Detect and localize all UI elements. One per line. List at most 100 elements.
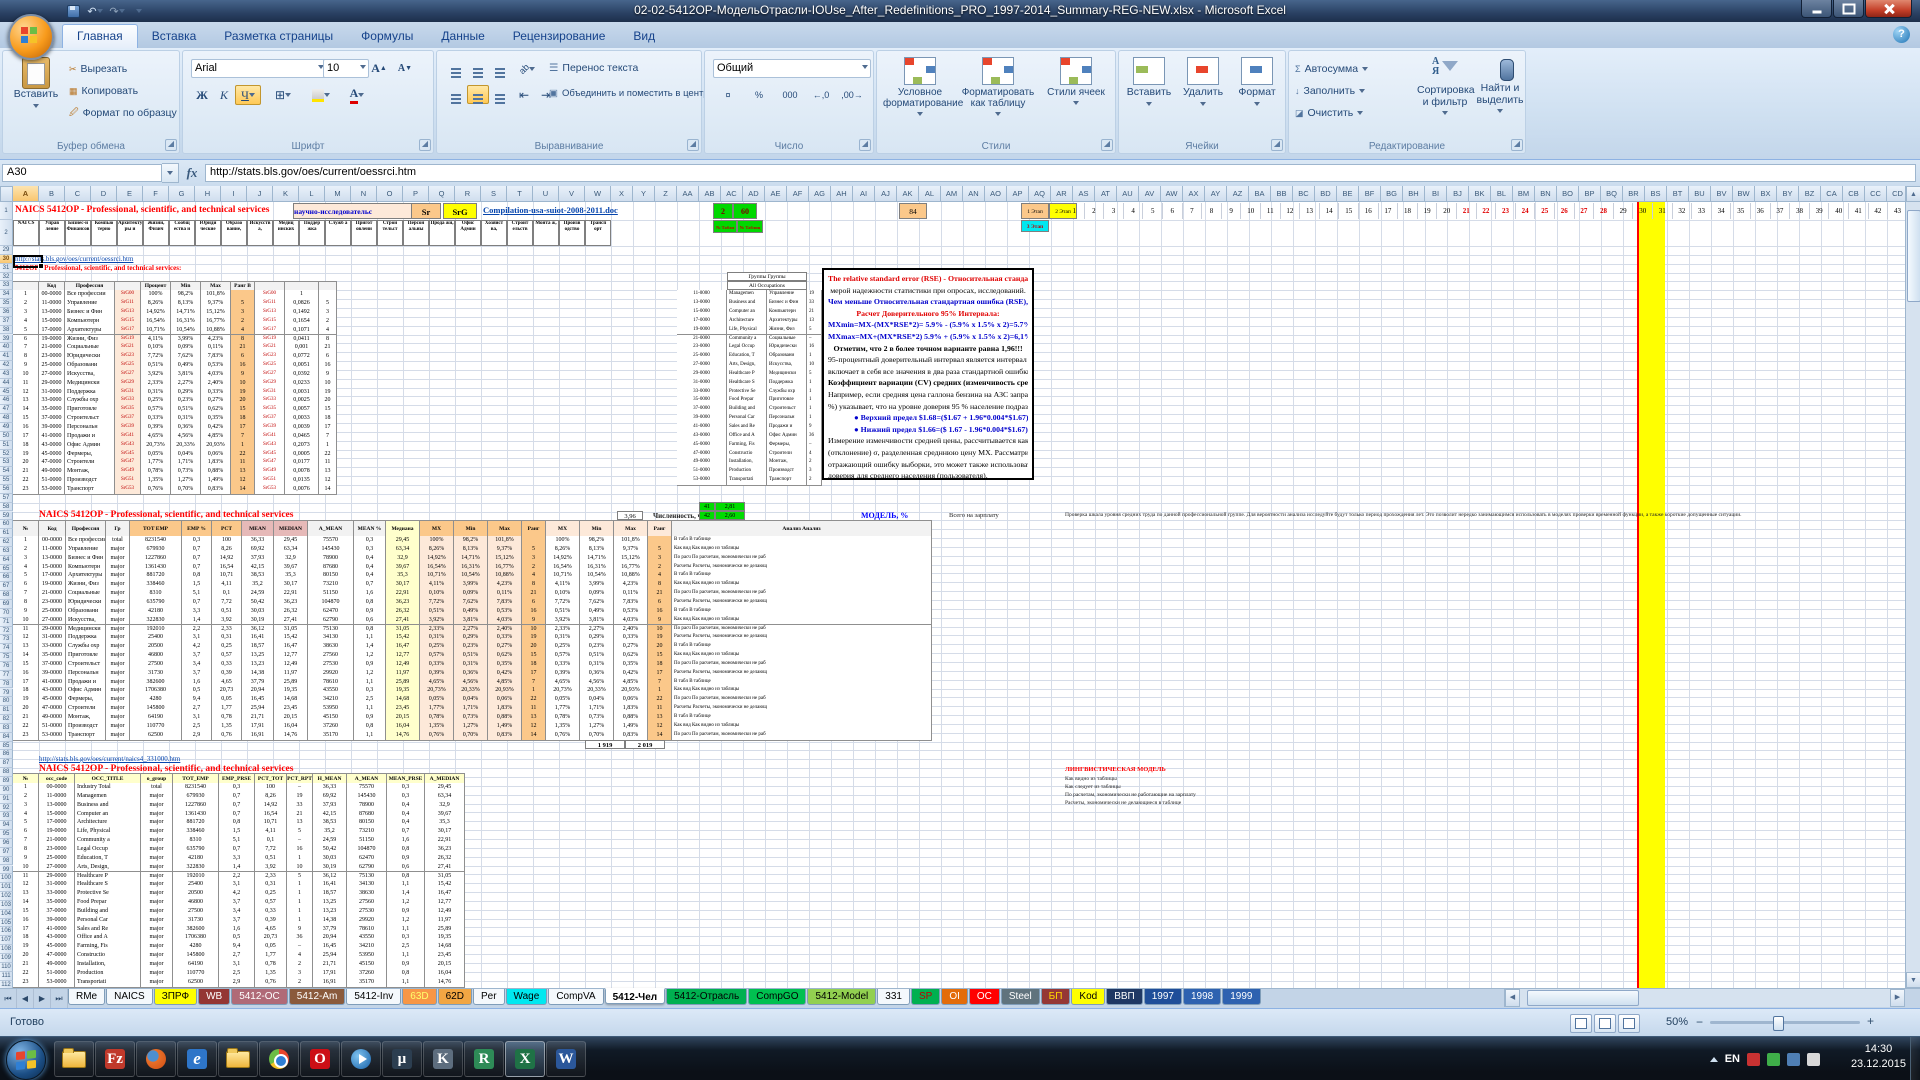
row-header-60[interactable]: 60 [0, 520, 13, 529]
clear-button[interactable]: ◪Очистить [1295, 103, 1413, 123]
wrap-text-button[interactable]: ☰Перенос текста [549, 59, 699, 76]
row-header-41[interactable]: 41 [0, 352, 13, 361]
sheet-tab-5412-Чел[interactable]: 5412-Чел [605, 988, 666, 1004]
column-header-AB[interactable]: AB [699, 186, 721, 202]
sheet-tab-Kod[interactable]: Kod [1071, 989, 1105, 1005]
column-header-BP[interactable]: BP [1579, 186, 1601, 202]
row-header-107[interactable]: 107 [0, 936, 13, 945]
column-header-BO[interactable]: BO [1557, 186, 1579, 202]
row-header-100[interactable]: 100 [0, 874, 13, 883]
column-header-AG[interactable]: AG [809, 186, 831, 202]
row-header-69[interactable]: 69 [0, 600, 13, 609]
taskbar-icon-kmplayer[interactable]: K [423, 1041, 463, 1077]
name-box[interactable]: A30 [2, 164, 162, 182]
row-header-86[interactable]: 86 [0, 750, 13, 759]
column-header-AQ[interactable]: AQ [1029, 186, 1051, 202]
column-header-BD[interactable]: BD [1315, 186, 1337, 202]
number-button-1[interactable]: % [744, 85, 774, 104]
column-header-BM[interactable]: BM [1513, 186, 1535, 202]
row-header-75[interactable]: 75 [0, 653, 13, 662]
format-as-table-button[interactable]: Форматировать как таблицу [961, 57, 1035, 145]
row-header-112[interactable]: 112 [0, 981, 13, 988]
fill-button[interactable]: ↓Заполнить [1295, 81, 1413, 101]
taskbar-icon-utorrent[interactable]: µ [382, 1041, 422, 1077]
column-header-AY[interactable]: AY [1205, 186, 1227, 202]
column-header-E[interactable]: E [117, 186, 143, 202]
format-cells-button[interactable]: Формат [1231, 57, 1283, 145]
column-header-BB[interactable]: BB [1271, 186, 1293, 202]
row-header-79[interactable]: 79 [0, 689, 13, 698]
column-header-AI[interactable]: AI [853, 186, 875, 202]
column-header-AN[interactable]: AN [963, 186, 985, 202]
taskbar-icon-excel[interactable]: X [505, 1041, 545, 1077]
row-header-43[interactable]: 43 [0, 370, 13, 379]
taskbar-icon-folder[interactable] [218, 1041, 258, 1077]
row-header-39[interactable]: 39 [0, 335, 13, 344]
column-header-BK[interactable]: BK [1469, 186, 1491, 202]
cells-dropdown-icon[interactable] [1146, 102, 1152, 106]
column-header-A[interactable]: A [13, 186, 39, 202]
column-header-P[interactable]: P [403, 186, 429, 202]
row-header-38[interactable]: 38 [0, 326, 13, 335]
insert-cells-button[interactable]: Вставить [1123, 57, 1175, 145]
taskbar-icon-ie[interactable]: e [177, 1041, 217, 1077]
sheet-tab-331[interactable]: 331 [877, 989, 910, 1005]
column-header-Q[interactable]: Q [429, 186, 455, 202]
number-format-select[interactable]: Общий [713, 59, 871, 78]
row-header-68[interactable]: 68 [0, 591, 13, 600]
taskbar-icon-radmin[interactable]: R [464, 1041, 504, 1077]
column-header-K[interactable]: K [273, 186, 299, 202]
italic-button[interactable]: К [213, 85, 235, 105]
sheet-tab-Steel[interactable]: Steel [1001, 989, 1040, 1005]
row-header-47[interactable]: 47 [0, 405, 13, 414]
row-header-48[interactable]: 48 [0, 414, 13, 423]
row-header-93[interactable]: 93 [0, 812, 13, 821]
ribbon-tab-Вид[interactable]: Вид [619, 25, 669, 48]
column-header-AW[interactable]: AW [1161, 186, 1183, 202]
row-header-61[interactable]: 61 [0, 529, 13, 538]
column-header-AH[interactable]: AH [831, 186, 853, 202]
rse-textbox[interactable]: The relative standard error (RSE) - Отно… [822, 268, 1034, 480]
row-header-72[interactable]: 72 [0, 627, 13, 636]
page-break-view-button[interactable] [1618, 1014, 1640, 1033]
delete-cells-button[interactable]: Удалить [1177, 57, 1229, 145]
row-header-36[interactable]: 36 [0, 308, 13, 317]
row-header-71[interactable]: 71 [0, 618, 13, 627]
column-header-AM[interactable]: AM [941, 186, 963, 202]
ribbon-tab-Формулы[interactable]: Формулы [347, 25, 427, 48]
column-header-F[interactable]: F [143, 186, 169, 202]
column-header-CC[interactable]: CC [1865, 186, 1887, 202]
column-header-AK[interactable]: AK [897, 186, 919, 202]
minimize-button[interactable] [1801, 0, 1832, 18]
help-icon[interactable]: ? [1893, 26, 1910, 43]
row-header-92[interactable]: 92 [0, 804, 13, 813]
fill-color-button[interactable] [305, 85, 337, 105]
row-header-82[interactable]: 82 [0, 715, 13, 724]
sheet-tab-5412-Inv[interactable]: 5412-Inv [346, 989, 401, 1005]
language-indicator[interactable]: EN [1725, 1053, 1740, 1065]
insert-function-button[interactable]: fx [179, 165, 205, 181]
row-header-50[interactable]: 50 [0, 432, 13, 441]
increase-font-button[interactable]: A▲ [367, 59, 391, 78]
styles-dropdown-icon[interactable] [995, 112, 1001, 116]
row-header-83[interactable]: 83 [0, 724, 13, 733]
selected-cell-a30[interactable] [13, 255, 43, 268]
row-header-99[interactable]: 99 [0, 866, 13, 875]
sheet-tab-5412-Am[interactable]: 5412-Am [289, 989, 346, 1005]
column-header-AO[interactable]: AO [985, 186, 1007, 202]
column-header-N[interactable]: N [351, 186, 377, 202]
borders-button[interactable]: ⊞ [267, 85, 299, 105]
column-header-M[interactable]: M [325, 186, 351, 202]
row-header-59[interactable]: 59 [0, 512, 13, 521]
row-header-57[interactable]: 57 [0, 494, 13, 503]
column-header-BY[interactable]: BY [1777, 186, 1799, 202]
scroll-down-button[interactable]: ▼ [1906, 972, 1920, 988]
row-header-66[interactable]: 66 [0, 573, 13, 582]
sheet-tab-1998[interactable]: 1998 [1183, 989, 1221, 1005]
align-left-button[interactable] [445, 85, 467, 104]
volume-icon[interactable] [1807, 1053, 1820, 1066]
row-header-32[interactable]: 32 [0, 273, 13, 282]
column-header-BN[interactable]: BN [1535, 186, 1557, 202]
naics4-hyperlink[interactable]: http://stats.bls.gov/oes/current/naics4_… [39, 755, 180, 763]
start-button[interactable] [6, 1040, 46, 1080]
